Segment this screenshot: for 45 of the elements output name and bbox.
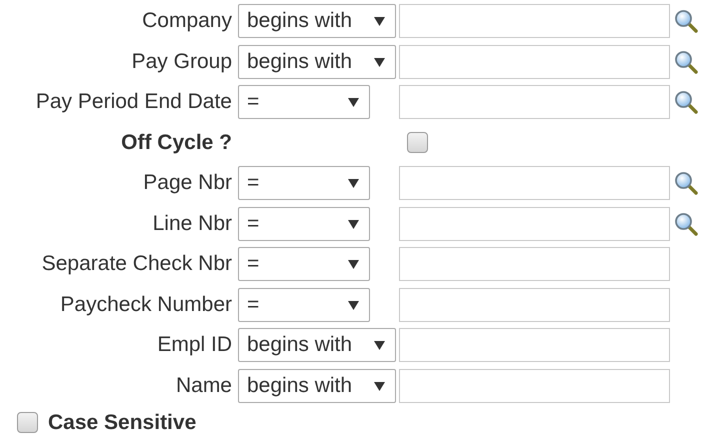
field-label: Line Nbr (152, 212, 232, 236)
field-label: Off Cycle ? (120, 130, 232, 154)
checkbox[interactable] (407, 132, 428, 153)
operator-dropdown[interactable]: = (238, 166, 370, 200)
input-field[interactable] (399, 44, 670, 78)
search-icon[interactable] (674, 171, 698, 195)
operator-dropdown[interactable]: = (238, 206, 370, 240)
caret-icon (374, 16, 386, 26)
search-icon[interactable] (674, 90, 698, 114)
operator-dropdown[interactable]: begins with (238, 4, 396, 38)
caret-icon (348, 300, 359, 310)
operator-dropdown[interactable]: = (238, 247, 370, 281)
field-label: Empl ID (156, 333, 232, 357)
checkbox-label: Case Sensitive (48, 410, 196, 434)
operator-dropdown[interactable]: begins with (238, 368, 396, 402)
input-field[interactable] (399, 4, 670, 38)
input-field[interactable] (399, 328, 670, 362)
input-field[interactable] (399, 368, 670, 402)
input-field[interactable] (399, 288, 670, 322)
caret-icon (374, 380, 386, 390)
caret-icon (374, 56, 386, 66)
caret-icon (348, 218, 359, 228)
operator-dropdown[interactable]: = (238, 288, 370, 322)
checkbox[interactable] (17, 412, 38, 433)
input-field[interactable] (399, 85, 670, 119)
input-field[interactable] (399, 247, 670, 281)
field-label: Pay Group (130, 50, 232, 74)
operator-dropdown[interactable]: begins with (238, 328, 396, 362)
field-label: Pay Period End Date (34, 90, 232, 114)
field-label: Name (174, 374, 232, 398)
caret-icon (348, 97, 359, 107)
field-label: Separate Check Nbr (40, 252, 232, 276)
operator-dropdown[interactable]: = (238, 85, 370, 119)
field-label: Company (141, 9, 232, 33)
input-field[interactable] (399, 166, 670, 200)
search-icon[interactable] (674, 212, 698, 236)
field-label: Page Nbr (142, 171, 232, 195)
field-label: Paycheck Number (59, 292, 232, 316)
caret-icon (348, 259, 359, 269)
input-field[interactable] (399, 206, 670, 240)
search-icon[interactable] (674, 50, 698, 74)
caret-icon (348, 178, 359, 188)
operator-dropdown[interactable]: begins with (238, 44, 396, 78)
search-icon[interactable] (674, 9, 698, 33)
caret-icon (374, 340, 386, 350)
